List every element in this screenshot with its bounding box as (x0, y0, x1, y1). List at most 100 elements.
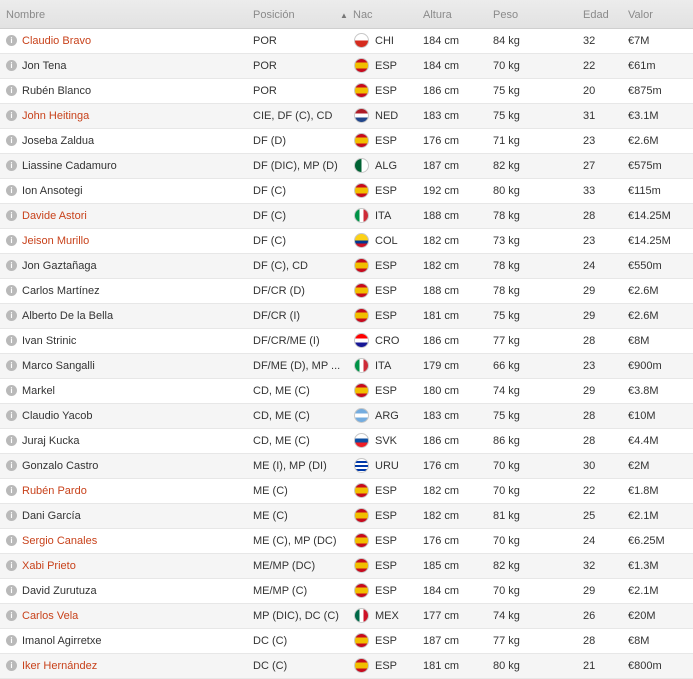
table-row[interactable]: i David Zurutuza ME/MP (C) ESP 184 cm 70 kg 29… (0, 579, 693, 604)
table-row[interactable]: i Carlos Vela MP (DIC), DC (C) MEX 177 cm 74 … (0, 604, 693, 629)
info-icon[interactable]: i (6, 110, 17, 121)
info-icon[interactable]: i (6, 585, 17, 596)
info-icon[interactable]: i (6, 485, 17, 496)
player-name[interactable]: Jon Gaztañaga (22, 260, 97, 272)
table-row[interactable]: i Claudio Bravo POR CHI 184 cm 84 kg 32 €7M (0, 29, 693, 54)
info-icon[interactable]: i (6, 435, 17, 446)
player-weight: 82 kg (493, 160, 520, 172)
table-row[interactable]: i John Heitinga CIE, DF (C), CD NED 183 cm 75… (0, 104, 693, 129)
player-name[interactable]: Dani García (22, 510, 81, 522)
info-icon[interactable]: i (6, 160, 17, 171)
player-name[interactable]: Jeison Murillo (22, 235, 89, 247)
player-nationality: ESP (375, 135, 398, 147)
info-icon[interactable]: i (6, 60, 17, 71)
player-name[interactable]: Davide Astori (22, 210, 87, 222)
table-row[interactable]: i Alberto De la Bella DF/CR (I) ESP 181 cm 75… (0, 304, 693, 329)
info-icon[interactable]: i (6, 210, 17, 221)
player-name[interactable]: Claudio Yacob (22, 410, 93, 422)
table-row[interactable]: i Marco Sangalli DF/ME (D), MP ... ITA 179 c… (0, 354, 693, 379)
column-header-name[interactable]: Nombre (6, 9, 45, 21)
player-weight: 77 kg (493, 335, 520, 347)
table-row[interactable]: i Rubén Blanco POR ESP 186 cm 75 kg 20 €875m (0, 79, 693, 104)
table-row[interactable]: i Xabi Prieto ME/MP (DC) ESP 185 cm 82 kg 32 €1… (0, 554, 693, 579)
table-row[interactable]: i Sergio Canales ME (C), MP (DC) ESP 176 cm 7… (0, 529, 693, 554)
player-position: CD, ME (C) (253, 385, 310, 397)
player-name[interactable]: Rubén Pardo (22, 485, 87, 497)
table-row[interactable]: i Juraj Kucka CD, ME (C) SVK 186 cm 86 kg 28 €4… (0, 429, 693, 454)
info-icon[interactable]: i (6, 235, 17, 246)
player-name[interactable]: Joseba Zaldua (22, 135, 94, 147)
player-name[interactable]: Markel (22, 385, 55, 397)
player-name[interactable]: Imanol Agirretxe (22, 635, 101, 647)
column-header-nationality[interactable]: Nac (353, 9, 373, 21)
player-name[interactable]: Jon Tena (22, 60, 66, 72)
player-name[interactable]: John Heitinga (22, 110, 89, 122)
info-icon[interactable]: i (6, 385, 17, 396)
column-header-value[interactable]: Valor (628, 9, 653, 21)
player-name[interactable]: Liassine Cadamuro (22, 160, 117, 172)
table-row[interactable]: i Jon Tena POR ESP 184 cm 70 kg 22 €61m (0, 54, 693, 79)
flag-icon (354, 108, 369, 123)
player-name[interactable]: Alberto De la Bella (22, 310, 113, 322)
info-icon[interactable]: i (6, 135, 17, 146)
info-icon[interactable]: i (6, 85, 17, 96)
info-icon[interactable]: i (6, 310, 17, 321)
column-header-age[interactable]: Edad (583, 9, 609, 21)
player-weight: 80 kg (493, 660, 520, 672)
table-row[interactable]: i Carlos Martínez DF/CR (D) ESP 188 cm 78 kg 2… (0, 279, 693, 304)
info-icon[interactable]: i (6, 510, 17, 521)
info-icon[interactable]: i (6, 660, 17, 671)
player-name[interactable]: Iker Hernández (22, 660, 97, 672)
player-name[interactable]: Xabi Prieto (22, 560, 76, 572)
column-header-height[interactable]: Altura (423, 9, 452, 21)
player-name[interactable]: Marco Sangalli (22, 360, 95, 372)
player-age: 27 (583, 160, 596, 172)
column-header-weight[interactable]: Peso (493, 9, 518, 21)
player-name[interactable]: Carlos Martínez (22, 285, 100, 297)
player-name[interactable]: David Zurutuza (22, 585, 97, 597)
table-row[interactable]: i Jeison Murillo DF (C) COL 182 cm 73 kg 23 €14… (0, 229, 693, 254)
player-value: €875m (628, 85, 662, 97)
info-icon[interactable]: i (6, 360, 17, 371)
table-row[interactable]: i Rubén Pardo ME (C) ESP 182 cm 70 kg 22 €1.8M (0, 479, 693, 504)
player-age: 28 (583, 210, 596, 222)
player-position: ME (C) (253, 510, 288, 522)
player-height: 186 cm (423, 435, 460, 447)
table-row[interactable]: i Dani García ME (C) ESP 182 cm 81 kg 25 €2.1M (0, 504, 693, 529)
info-icon[interactable]: i (6, 635, 17, 646)
player-name[interactable]: Rubén Blanco (22, 85, 91, 97)
player-name[interactable]: Sergio Canales (22, 535, 97, 547)
table-row[interactable]: i Jon Gaztañaga DF (C), CD ESP 182 cm 78 kg 24… (0, 254, 693, 279)
sort-ascending-icon[interactable]: ▲ (340, 11, 348, 20)
column-header-position[interactable]: Posición (253, 9, 295, 21)
table-row[interactable]: i Claudio Yacob CD, ME (C) ARG 183 cm 75 kg 28… (0, 404, 693, 429)
player-value: €2.6M (628, 285, 659, 297)
info-icon[interactable]: i (6, 335, 17, 346)
player-name[interactable]: Gonzalo Castro (22, 460, 98, 472)
info-icon[interactable]: i (6, 560, 17, 571)
info-icon[interactable]: i (6, 35, 17, 46)
player-name[interactable]: Ivan Strinic (22, 335, 76, 347)
info-icon[interactable]: i (6, 535, 17, 546)
player-weight: 81 kg (493, 510, 520, 522)
info-icon[interactable]: i (6, 260, 17, 271)
player-name[interactable]: Ion Ansotegi (22, 185, 83, 197)
table-row[interactable]: i Markel CD, ME (C) ESP 180 cm 74 kg 29 €3.8M (0, 379, 693, 404)
player-name[interactable]: Juraj Kucka (22, 435, 79, 447)
table-row[interactable]: i Davide Astori DF (C) ITA 188 cm 78 kg 28 €14.… (0, 204, 693, 229)
table-row[interactable]: i Liassine Cadamuro DF (DIC), MP (D) ALG 187… (0, 154, 693, 179)
info-icon[interactable]: i (6, 185, 17, 196)
info-icon[interactable]: i (6, 460, 17, 471)
info-icon[interactable]: i (6, 610, 17, 621)
table-row[interactable]: i Joseba Zaldua DF (D) ESP 176 cm 71 kg 23 €2.6… (0, 129, 693, 154)
table-row[interactable]: i Ivan Strinic DF/CR/ME (I) CRO 186 cm 77 kg 2… (0, 329, 693, 354)
player-name[interactable]: Carlos Vela (22, 610, 78, 622)
table-row[interactable]: i Ion Ansotegi DF (C) ESP 192 cm 80 kg 33 €115m (0, 179, 693, 204)
info-icon[interactable]: i (6, 410, 17, 421)
info-icon[interactable]: i (6, 285, 17, 296)
player-height: 188 cm (423, 210, 460, 222)
player-name[interactable]: Claudio Bravo (22, 35, 91, 47)
player-nationality: CHI (375, 35, 394, 47)
table-row[interactable]: i Imanol Agirretxe DC (C) ESP 187 cm 77 kg 28 €… (0, 629, 693, 654)
table-row[interactable]: i Gonzalo Castro ME (I), MP (DI) URU 176 cm 7… (0, 454, 693, 479)
